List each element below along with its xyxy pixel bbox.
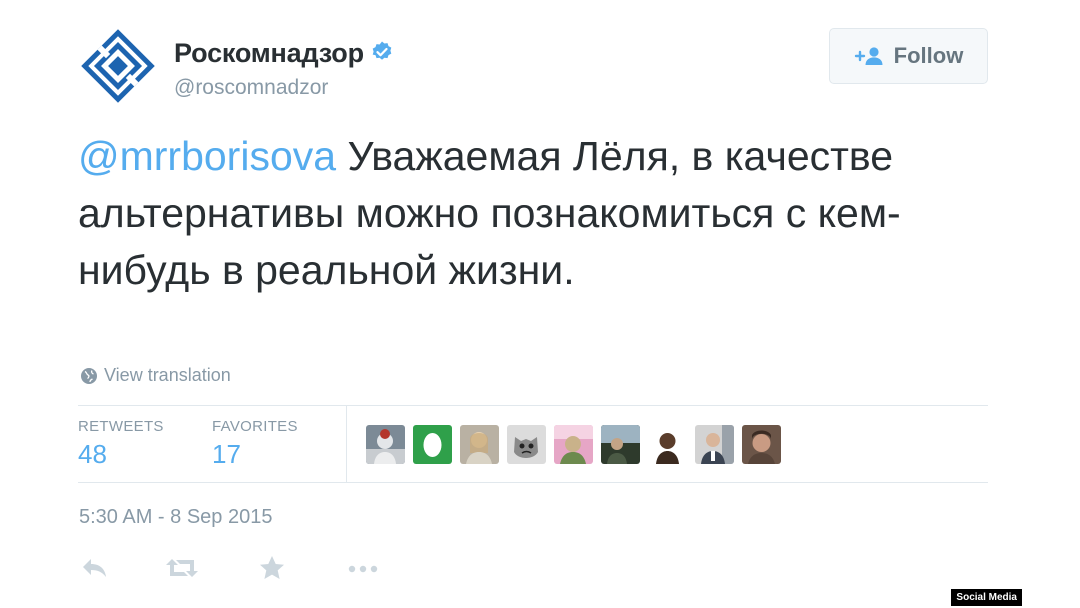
favorites-stat[interactable]: FAVORITES 17 [212,418,298,470]
social-media-watermark: Social Media [951,589,1022,606]
add-user-icon [854,47,883,65]
author-name-row[interactable]: Роскомнадзор [174,38,394,69]
avatar[interactable] [460,425,499,464]
follow-button-label: Follow [893,43,964,68]
avatar[interactable] [742,425,781,464]
favoriter-avatars [366,425,781,464]
avatar[interactable] [554,425,593,464]
retweets-stat[interactable]: RETWEETS 48 [78,418,164,470]
star-icon[interactable] [258,555,286,581]
author-handle[interactable]: @roscomnadzor [174,76,328,100]
avatar[interactable] [601,425,640,464]
retweets-count: 48 [78,439,107,469]
tweet-stats: RETWEETS 48 FAVORITES 17 [78,405,988,483]
roskomnadzor-logo-icon[interactable] [78,26,158,106]
avatar[interactable] [507,425,546,464]
stats-divider [346,406,347,483]
avatar[interactable] [648,425,687,464]
verified-badge-icon [372,41,392,60]
favorites-count: 17 [212,439,241,469]
view-translation-label: View translation [104,365,231,385]
more-icon[interactable] [346,555,380,581]
author-name[interactable]: Роскомнадзор [174,38,364,68]
favorites-label: FAVORITES [212,418,298,435]
retweets-label: RETWEETS [78,418,164,435]
reply-icon[interactable] [80,555,110,581]
tweet-text: @mrrborisova Уважаемая Лёля, в качестве … [78,128,988,299]
follow-button[interactable]: Follow [829,28,988,84]
view-translation-link[interactable]: View translation [80,365,231,386]
avatar[interactable] [413,425,452,464]
avatar[interactable] [366,425,405,464]
globe-icon [81,367,97,384]
tweet-header: Роскомнадзор @roscomnadzor Follow [78,26,988,106]
tweet-timestamp[interactable]: 5:30 AM - 8 Sep 2015 [79,506,272,529]
retweet-icon[interactable] [164,555,200,581]
avatar[interactable] [695,425,734,464]
mention-link[interactable]: @mrrborisova [78,133,336,179]
